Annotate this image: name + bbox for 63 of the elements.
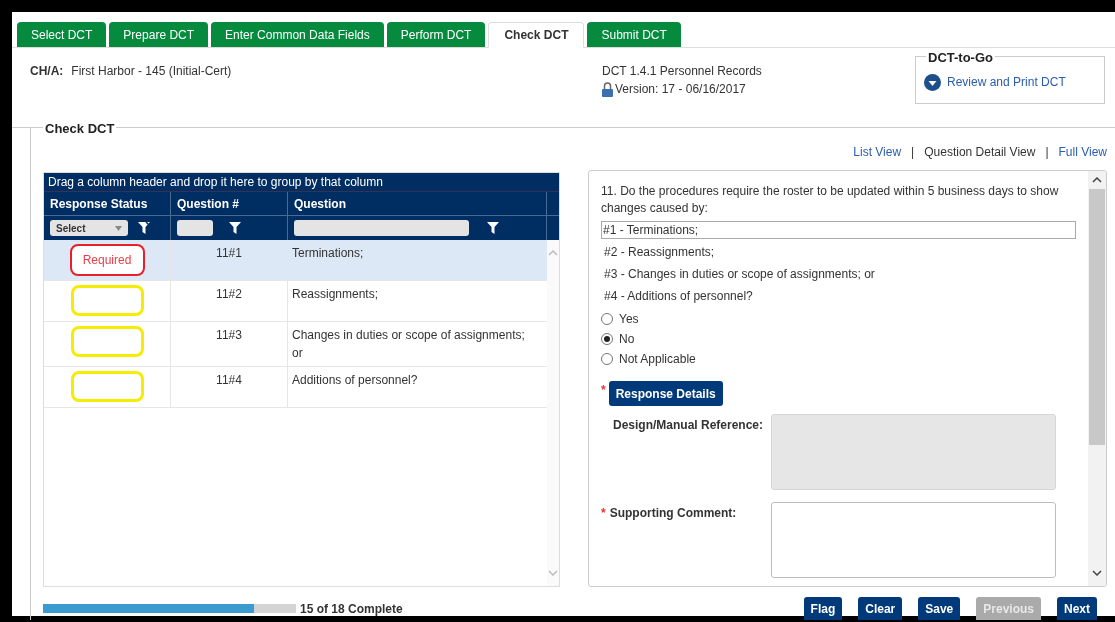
detail-scrollbar[interactable] bbox=[1088, 171, 1106, 586]
question-text: Additions of personnel? bbox=[292, 373, 418, 387]
tab[interactable]: Perform DCT bbox=[386, 22, 486, 47]
view-link[interactable]: Question Detail View bbox=[924, 143, 1036, 161]
view-link[interactable]: Full View bbox=[1058, 143, 1107, 161]
tab[interactable]: Check DCT bbox=[488, 22, 585, 48]
view-separator: | bbox=[911, 144, 915, 161]
question-text: Reassignments; bbox=[292, 287, 379, 301]
field-label: Design/Manual Reference: bbox=[612, 417, 764, 434]
version-text: Version: 17 - 06/16/2017 bbox=[615, 81, 746, 98]
cha-value: First Harbor - 145 (Initial-Cert) bbox=[71, 63, 232, 80]
action-button[interactable]: Clear bbox=[858, 597, 903, 620]
caret-icon bbox=[115, 225, 122, 231]
dct-title: DCT 1.4.1 Personnel Records bbox=[602, 63, 763, 80]
grid-row[interactable]: 11#2 Reassignments; bbox=[44, 281, 547, 322]
grid-row[interactable]: 11#3 Changes in duties or scope of assignments; or bbox=[44, 322, 547, 367]
group-hint: Drag a column header and drop it here to group by that column bbox=[44, 173, 559, 191]
tab[interactable]: Enter Common Data Fields bbox=[211, 22, 384, 47]
status-filter-dropdown[interactable]: Select bbox=[50, 220, 128, 236]
tab[interactable]: Select DCT bbox=[17, 22, 107, 47]
radio-button[interactable] bbox=[601, 313, 613, 325]
cha-label: CH/A: bbox=[30, 63, 64, 80]
question-number: 11#4 bbox=[216, 373, 242, 387]
field-label: * Supporting Comment: bbox=[601, 505, 737, 522]
clear-filter-icon[interactable] bbox=[138, 222, 150, 234]
required-asterisk: * bbox=[601, 382, 606, 399]
radio-button[interactable] bbox=[601, 333, 613, 345]
padlock-icon bbox=[602, 81, 613, 97]
question-part[interactable]: #3 - Changes in duties or scope of assignments; or bbox=[601, 265, 1076, 283]
chevron-down-icon[interactable] bbox=[1092, 570, 1102, 576]
action-button[interactable]: Save bbox=[918, 597, 961, 620]
tab[interactable]: Prepare DCT bbox=[109, 22, 209, 47]
filter-icon[interactable] bbox=[229, 222, 241, 234]
tab[interactable]: Submit DCT bbox=[587, 22, 681, 47]
question-text: Terminations; bbox=[292, 246, 364, 260]
chevron-up-icon[interactable] bbox=[1092, 177, 1102, 183]
question-number: 11#2 bbox=[216, 287, 242, 301]
view-link[interactable]: List View bbox=[853, 143, 902, 161]
radio-option[interactable]: Yes bbox=[601, 311, 1076, 327]
view-separator: | bbox=[1045, 144, 1049, 161]
text-area-field[interactable] bbox=[771, 502, 1056, 578]
response-details-button[interactable]: Response Details bbox=[608, 381, 723, 406]
question-number: 11#1 bbox=[216, 246, 242, 260]
action-button[interactable]: Next bbox=[1057, 597, 1097, 620]
grid-row[interactable]: 11#4 Additions of personnel? bbox=[44, 367, 547, 408]
status-badge: Required bbox=[69, 244, 145, 276]
progress-text: 15 of 18 Complete bbox=[300, 600, 403, 618]
grid-row[interactable]: Required 11#1 Terminations; bbox=[44, 240, 547, 281]
question-part[interactable]: #2 - Reassignments; bbox=[601, 243, 1076, 261]
filter-icon[interactable] bbox=[487, 222, 499, 234]
question-part[interactable]: #1 - Terminations; bbox=[601, 221, 1076, 239]
radio-button[interactable] bbox=[601, 353, 613, 365]
download-icon bbox=[924, 73, 941, 91]
action-button[interactable]: Flag bbox=[803, 597, 843, 620]
question-filter-field[interactable] bbox=[294, 220, 469, 236]
question-part[interactable]: #4 - Additions of personnel? bbox=[601, 287, 1076, 305]
question-number: 11#3 bbox=[216, 328, 242, 342]
question-prompt: 11. Do the procedures require the roster to be updated within 5 business days to show changes caused by: bbox=[601, 183, 1060, 217]
radio-option[interactable]: Not Applicable bbox=[601, 351, 1076, 367]
number-filter-field[interactable] bbox=[177, 220, 213, 236]
radio-option[interactable]: No bbox=[601, 331, 1076, 347]
question-text: Changes in duties or scope of assignments; or bbox=[292, 328, 525, 360]
scrollbar-thumb[interactable] bbox=[1089, 189, 1105, 445]
